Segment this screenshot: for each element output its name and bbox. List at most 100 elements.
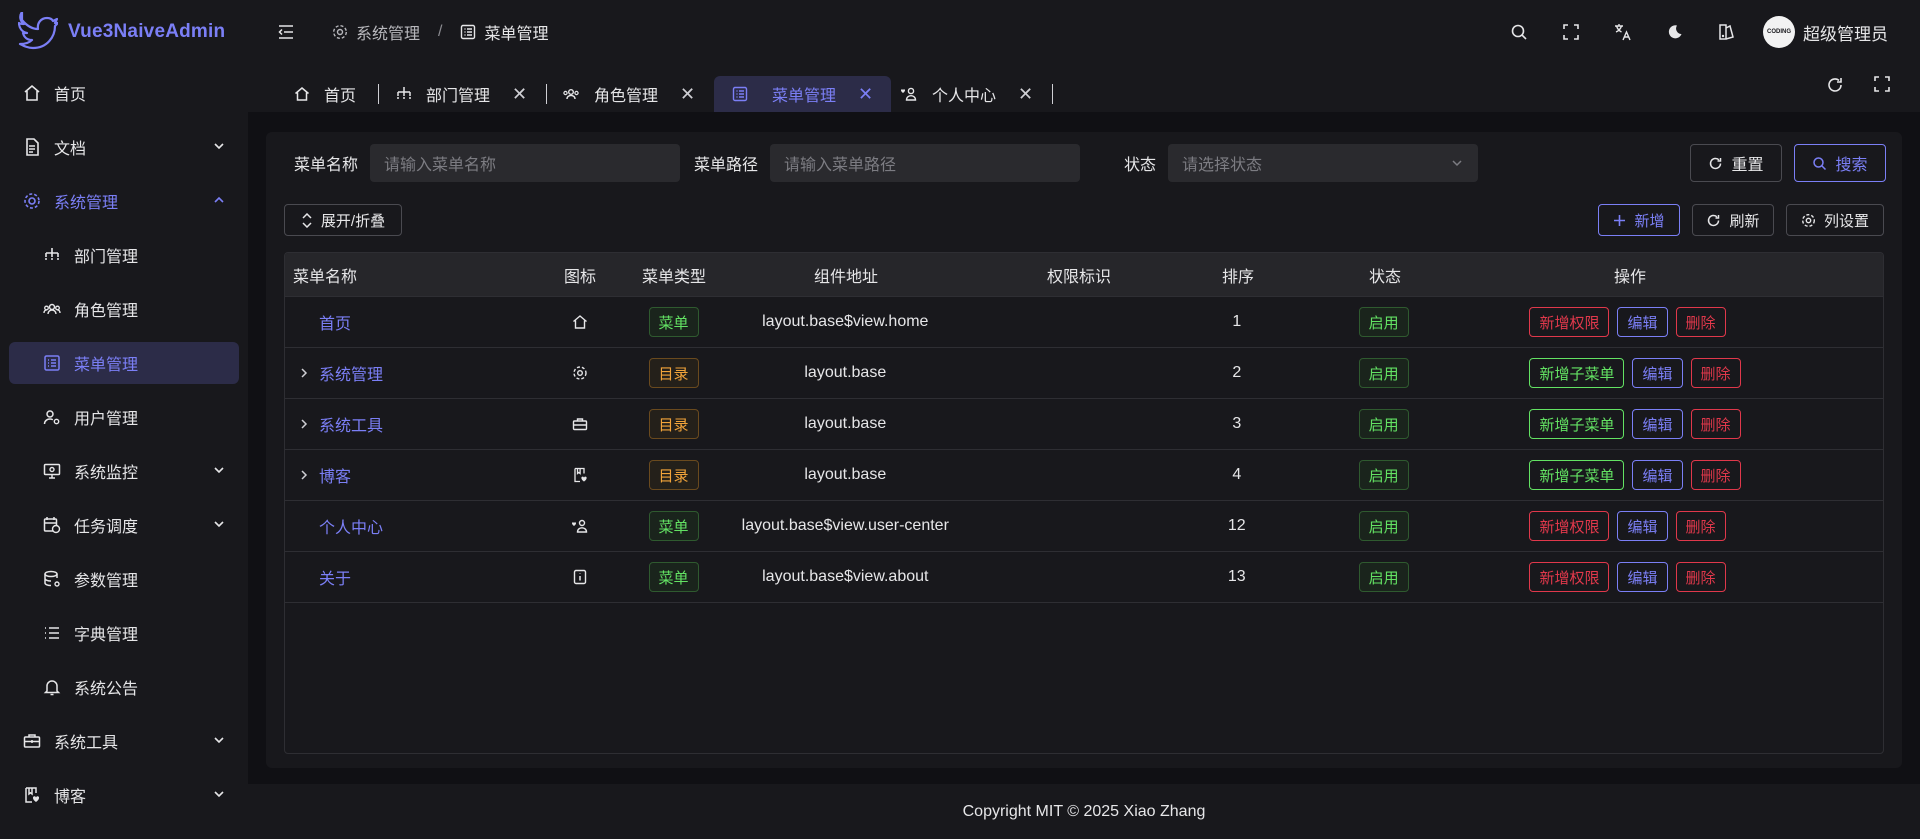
theme-palette-icon[interactable] — [1701, 14, 1753, 50]
edit-button[interactable]: 编辑 — [1632, 358, 1683, 388]
list-icon — [42, 353, 62, 373]
chevron-down-icon — [212, 463, 226, 477]
menu-name-input[interactable]: 请输入菜单名称 — [370, 144, 681, 182]
delete-button[interactable]: 删除 — [1675, 307, 1726, 337]
menu-name-link[interactable]: 个人中心 — [319, 514, 383, 538]
sidebar-item-dept[interactable]: 部门管理 — [0, 228, 248, 282]
tab-dept[interactable]: 部门管理 ✕ — [396, 76, 527, 112]
users-icon — [562, 86, 580, 102]
add-permission-button[interactable]: 新增权限 — [1529, 562, 1610, 592]
menu-name-link[interactable]: 关于 — [319, 565, 351, 589]
sidebar-item-blog[interactable]: 博客 — [0, 768, 248, 822]
status-badge: 启用 — [1358, 358, 1409, 388]
sidebar-item-menu[interactable]: 菜单管理 — [0, 336, 248, 390]
tab-bar: 首页 部门管理 ✕ 角色管理 ✕ 菜单管理 ✕ 个人中心 ✕ — [248, 72, 1920, 112]
table-row: 系统工具 目录 layout.base 3 启用 新增子菜单 编辑 删除 — [285, 399, 1883, 450]
user-menu[interactable]: CODING 超级管理员 — [1763, 16, 1888, 48]
sidebar-item-monitor[interactable]: 系统监控 — [0, 444, 248, 498]
edit-button[interactable]: 编辑 — [1617, 307, 1668, 337]
sidebar-item-system[interactable]: 系统管理 — [0, 174, 248, 228]
sidebar-item-dict[interactable]: 字典管理 — [0, 606, 248, 660]
tab-user-center[interactable]: 个人中心 ✕ — [900, 76, 1033, 112]
expand-collapse-button[interactable]: 展开/折叠 — [284, 204, 402, 236]
close-icon[interactable]: ✕ — [1018, 84, 1033, 105]
delete-button[interactable]: 删除 — [1675, 511, 1726, 541]
menu-name-link[interactable]: 首页 — [319, 310, 351, 334]
sidebar-item-label: 系统公告 — [74, 681, 139, 698]
close-icon[interactable]: ✕ — [512, 84, 527, 105]
menu-table: 菜单名称 图标 菜单类型 组件地址 权限标识 排序 状态 操作 首页 菜单 la… — [284, 252, 1884, 754]
sidebar-item-params[interactable]: 参数管理 — [0, 552, 248, 606]
edit-button[interactable]: 编辑 — [1617, 511, 1668, 541]
sidebar-item-tools[interactable]: 系统工具 — [0, 714, 248, 768]
delete-button[interactable]: 删除 — [1690, 409, 1741, 439]
expand-chevron-icon[interactable] — [293, 469, 315, 481]
add-submenu-button[interactable]: 新增子菜单 — [1529, 358, 1625, 388]
blog-icon — [547, 467, 613, 483]
tab-home[interactable]: 首页 — [294, 76, 356, 112]
breadcrumb-parent[interactable]: 系统管理 — [356, 20, 420, 44]
close-icon[interactable]: ✕ — [680, 84, 695, 105]
add-label: 新增 — [1634, 212, 1665, 230]
monitor-icon — [42, 461, 62, 481]
add-submenu-button[interactable]: 新增子菜单 — [1529, 460, 1625, 490]
user-center-icon — [547, 518, 613, 534]
sidebar-item-role[interactable]: 角色管理 — [0, 282, 248, 336]
search-icon[interactable] — [1493, 14, 1545, 50]
user-center-icon — [900, 86, 918, 102]
fullscreen-icon[interactable] — [1874, 76, 1890, 94]
add-permission-button[interactable]: 新增权限 — [1529, 511, 1610, 541]
menu-collapse-icon[interactable] — [278, 24, 294, 40]
columns-label: 列设置 — [1823, 212, 1869, 230]
path-label: 菜单路径 — [694, 157, 759, 174]
tab-role[interactable]: 角色管理 ✕ — [562, 76, 695, 112]
fullscreen-icon[interactable] — [1545, 14, 1597, 50]
component-cell: layout.base$view.about — [762, 568, 929, 585]
toolbox-icon — [547, 416, 613, 432]
close-icon[interactable]: ✕ — [858, 84, 873, 105]
delete-button[interactable]: 删除 — [1675, 562, 1726, 592]
logo[interactable]: Vue3NaiveAdmin — [18, 10, 225, 54]
sort-cell: 1 — [1232, 313, 1242, 330]
menu-name-link[interactable]: 博客 — [319, 463, 351, 487]
menu-name-link[interactable]: 系统工具 — [319, 412, 383, 436]
status-select[interactable]: 请选择状态 — [1168, 144, 1479, 182]
main-content: 菜单名称 请输入菜单名称 菜单路径 请输入菜单路径 状态 请选择状态 重置 搜索… — [248, 112, 1920, 784]
refresh-button[interactable]: 刷新 — [1692, 204, 1774, 236]
menu-path-input[interactable]: 请输入菜单路径 — [770, 144, 1081, 182]
tab-menu[interactable]: 菜单管理 ✕ — [714, 76, 892, 112]
dark-mode-moon-icon[interactable] — [1649, 14, 1701, 50]
expand-icon — [301, 212, 313, 228]
add-button[interactable]: 新增 — [1598, 204, 1680, 236]
status-cell: 启用 — [1274, 307, 1494, 337]
sidebar-item-home[interactable]: 首页 — [0, 66, 248, 120]
header-component: 组件地址 — [813, 268, 878, 286]
expand-chevron-icon[interactable] — [293, 418, 315, 430]
toolbox-icon — [22, 731, 42, 751]
add-permission-button[interactable]: 新增权限 — [1529, 307, 1610, 337]
home-icon — [22, 83, 42, 103]
search-label: 搜索 — [1835, 157, 1868, 174]
table-row: 博客 目录 layout.base 4 启用 新增子菜单 编辑 删除 — [285, 450, 1883, 501]
search-button[interactable]: 搜索 — [1794, 144, 1886, 182]
add-submenu-button[interactable]: 新增子菜单 — [1529, 409, 1625, 439]
translate-icon[interactable] — [1597, 14, 1649, 50]
delete-button[interactable]: 删除 — [1690, 460, 1741, 490]
edit-button[interactable]: 编辑 — [1632, 460, 1683, 490]
table-header: 菜单名称 图标 菜单类型 组件地址 权限标识 排序 状态 操作 — [285, 253, 1883, 297]
sidebar-item-schedule[interactable]: 任务调度 — [0, 498, 248, 552]
expand-chevron-icon[interactable] — [293, 367, 315, 379]
menu-name-link[interactable]: 系统管理 — [319, 361, 383, 385]
table-row: 个人中心 菜单 layout.base$view.user-center 12 … — [285, 501, 1883, 552]
sidebar-item-docs[interactable]: 文档 — [0, 120, 248, 174]
reload-icon[interactable] — [1826, 76, 1844, 94]
edit-button[interactable]: 编辑 — [1632, 409, 1683, 439]
column-settings-button[interactable]: 列设置 — [1786, 204, 1884, 236]
reset-button[interactable]: 重置 — [1690, 144, 1782, 182]
sort-cell: 3 — [1232, 415, 1242, 432]
sidebar-item-label: 部门管理 — [74, 249, 139, 266]
edit-button[interactable]: 编辑 — [1617, 562, 1668, 592]
delete-button[interactable]: 删除 — [1690, 358, 1741, 388]
sidebar-item-user[interactable]: 用户管理 — [0, 390, 248, 444]
sidebar-item-notice[interactable]: 系统公告 — [0, 660, 248, 714]
